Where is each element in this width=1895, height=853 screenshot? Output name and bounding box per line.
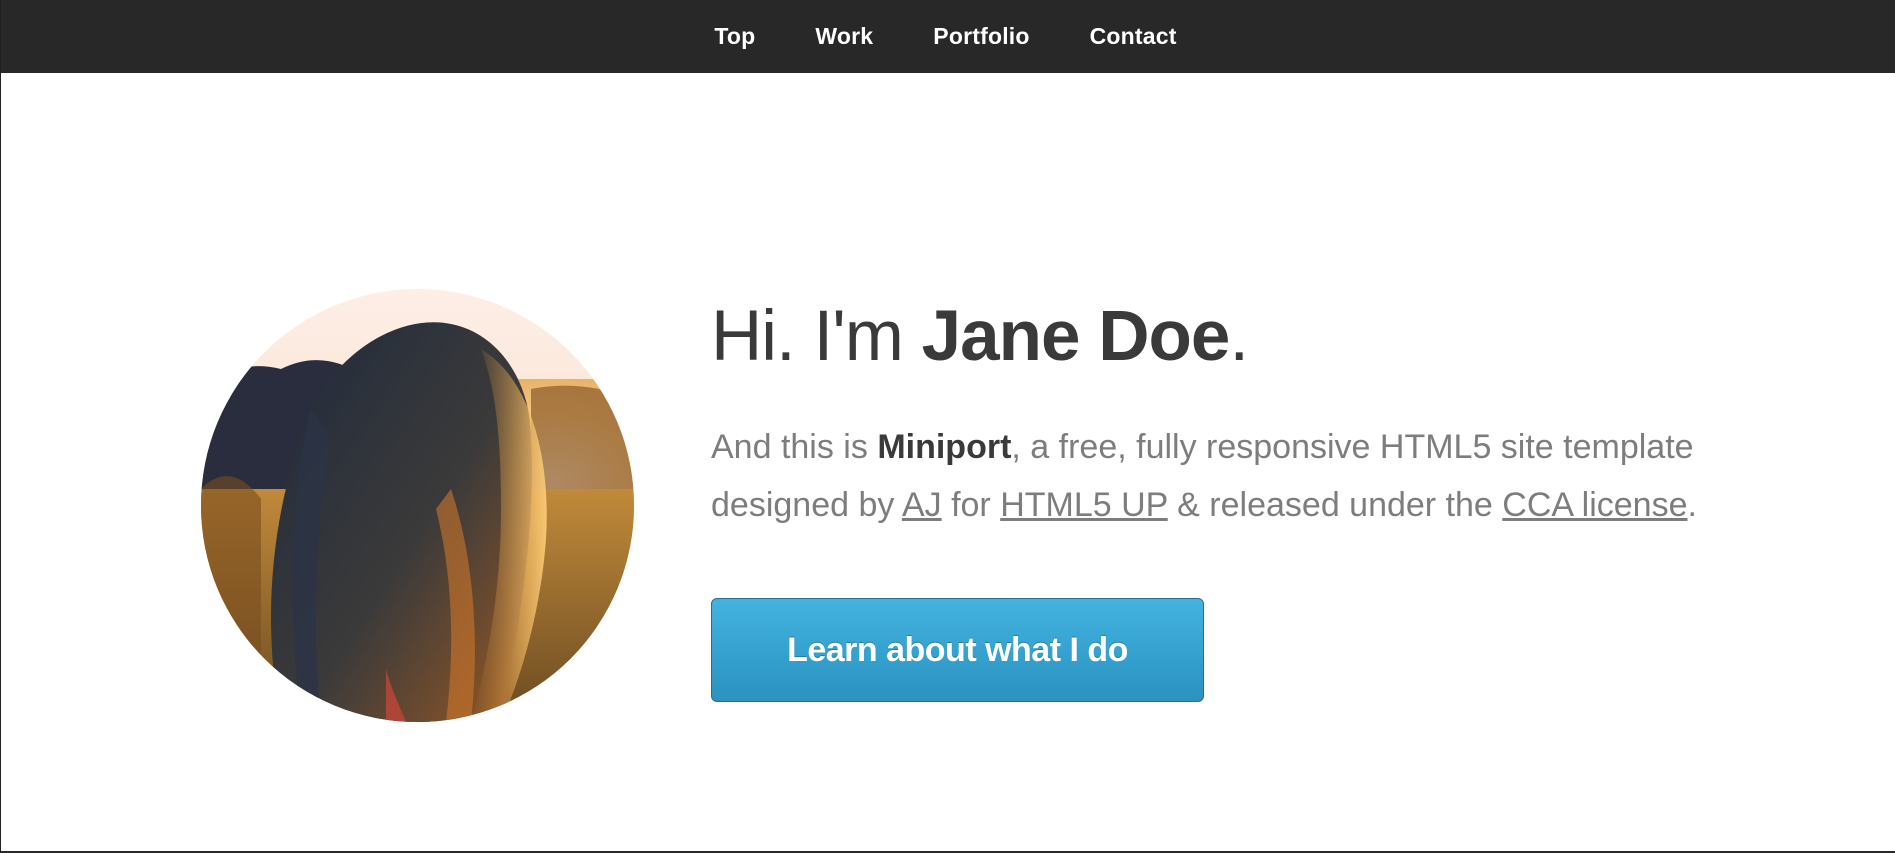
html5up-link[interactable]: HTML5 UP bbox=[1000, 486, 1168, 524]
author-link[interactable]: AJ bbox=[902, 486, 942, 524]
nav-item-top: Top bbox=[714, 23, 755, 50]
top-nav: Top Work Portfolio Contact bbox=[1, 0, 1895, 73]
site-name: Miniport bbox=[877, 428, 1012, 466]
nav-link-top[interactable]: Top bbox=[714, 23, 755, 49]
intro-text: & released under the bbox=[1167, 486, 1503, 524]
nav-link-work[interactable]: Work bbox=[815, 23, 873, 49]
intro-text: designed by bbox=[711, 486, 902, 524]
intro-text: for bbox=[941, 486, 1001, 524]
nav-link-contact[interactable]: Contact bbox=[1090, 23, 1177, 49]
intro-text: . bbox=[1687, 486, 1697, 524]
license-link[interactable]: CCA license bbox=[1502, 486, 1687, 524]
intro-text: , a free, fully responsive HTML5 site te… bbox=[1011, 428, 1694, 466]
intro-text: And this is bbox=[711, 428, 878, 466]
hero-intro: And this is Miniport, a free, fully resp… bbox=[711, 418, 1711, 534]
nav-item-portfolio: Portfolio bbox=[933, 23, 1029, 50]
nav-item-work: Work bbox=[815, 23, 873, 50]
profile-photo-illustration bbox=[201, 289, 634, 722]
nav-item-contact: Contact bbox=[1090, 23, 1177, 50]
hero-name: Jane Doe bbox=[921, 297, 1231, 376]
hero-headline: Hi. I'm Jane Doe. bbox=[711, 292, 1249, 382]
nav-link-portfolio[interactable]: Portfolio bbox=[933, 23, 1029, 49]
learn-more-button[interactable]: Learn about what I do bbox=[711, 598, 1204, 702]
hero-greeting-end: . bbox=[1229, 297, 1249, 376]
nav-list: Top Work Portfolio Contact bbox=[684, 23, 1206, 50]
hero-greeting: Hi. I'm bbox=[711, 297, 922, 376]
profile-photo bbox=[201, 289, 634, 722]
